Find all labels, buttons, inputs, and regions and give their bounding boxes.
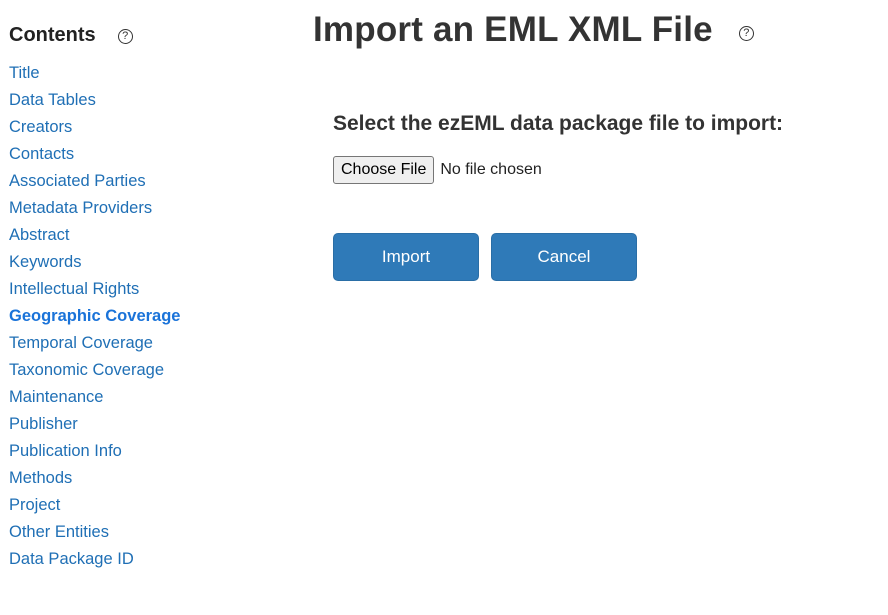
sidebar-item-keywords[interactable]: Keywords	[9, 249, 269, 276]
sidebar-item-temporal-coverage[interactable]: Temporal Coverage	[9, 330, 269, 357]
sidebar-item-data-tables[interactable]: Data Tables	[9, 87, 269, 114]
sidebar-item-metadata-providers[interactable]: Metadata Providers	[9, 195, 269, 222]
sidebar-item-publisher[interactable]: Publisher	[9, 411, 269, 438]
contents-title: Contents	[9, 23, 96, 46]
choose-file-button[interactable]: Choose File	[333, 156, 435, 184]
sidebar-item-methods[interactable]: Methods	[9, 465, 269, 492]
sidebar-item-associated-parties[interactable]: Associated Parties	[9, 168, 269, 195]
title-help-icon[interactable]: ?	[738, 25, 754, 41]
sidebar-item-other-entities[interactable]: Other Entities	[9, 519, 269, 546]
select-file-label: Select the ezEML data package file to im…	[333, 112, 784, 135]
file-input: Choose File No file chosen	[333, 156, 542, 184]
sidebar-item-data-package-id[interactable]: Data Package ID	[9, 546, 269, 573]
sidebar: Contents ? Title Data Tables Creators Co…	[9, 20, 269, 573]
sidebar-item-geographic-coverage[interactable]: Geographic Coverage	[9, 303, 269, 330]
cancel-button[interactable]: Cancel	[491, 233, 637, 281]
form-actions: Import Cancel	[333, 233, 637, 281]
page-title-row: Import an EML XML File ?	[313, 10, 883, 50]
import-button[interactable]: Import	[333, 233, 479, 281]
page-title: Import an EML XML File	[313, 10, 713, 49]
contents-nav: Title Data Tables Creators Contacts Asso…	[9, 60, 269, 573]
file-status: No file chosen	[440, 161, 542, 178]
contents-header: Contents ?	[9, 20, 269, 50]
sidebar-item-publication-info[interactable]: Publication Info	[9, 438, 269, 465]
contents-help-icon[interactable]: ?	[117, 28, 133, 44]
sidebar-item-taxonomic-coverage[interactable]: Taxonomic Coverage	[9, 357, 269, 384]
sidebar-item-title[interactable]: Title	[9, 60, 269, 87]
sidebar-item-maintenance[interactable]: Maintenance	[9, 384, 269, 411]
sidebar-item-creators[interactable]: Creators	[9, 114, 269, 141]
sidebar-item-project[interactable]: Project	[9, 492, 269, 519]
main-content: Import an EML XML File ? Select the ezEM…	[313, 10, 883, 281]
sidebar-item-intellectual-rights[interactable]: Intellectual Rights	[9, 276, 269, 303]
sidebar-item-contacts[interactable]: Contacts	[9, 141, 269, 168]
sidebar-item-abstract[interactable]: Abstract	[9, 222, 269, 249]
